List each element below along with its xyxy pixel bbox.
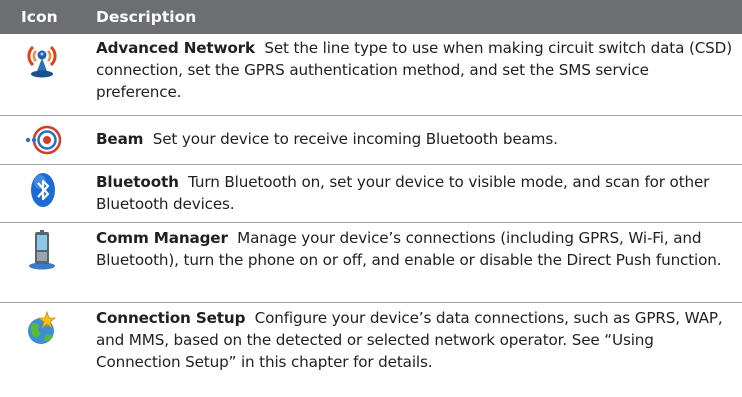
comm-manager-icon <box>29 230 55 270</box>
row-description: Beam Set your device to receive incoming… <box>96 128 734 150</box>
row-description: Connection Setup Configure your device’s… <box>96 307 734 373</box>
beam-icon <box>25 125 62 155</box>
bluetooth-icon <box>31 173 55 207</box>
row-description: Comm Manager Manage your device’s connec… <box>96 227 734 271</box>
connection-setup-icon <box>28 310 57 344</box>
row-title: Beam <box>96 130 144 148</box>
row-text: Turn Bluetooth on, set your device to vi… <box>96 173 710 213</box>
advanced-network-icon <box>27 45 57 78</box>
table-row: Bluetooth Turn Bluetooth on, set your de… <box>0 165 742 223</box>
table-header: Icon Description <box>0 0 742 34</box>
table-row: Comm Manager Manage your device’s connec… <box>0 223 742 303</box>
icon-column-header: Icon <box>21 8 58 26</box>
table-row: Advanced Network Set the line type to us… <box>0 34 742 116</box>
description-column-header: Description <box>96 8 197 26</box>
table-row: Beam Set your device to receive incoming… <box>0 116 742 165</box>
row-text: Set your device to receive incoming Blue… <box>152 130 558 148</box>
row-title: Comm Manager <box>96 229 228 247</box>
table-row: Connection Setup Configure your device’s… <box>0 303 742 397</box>
row-title: Advanced Network <box>96 39 255 57</box>
row-description: Advanced Network Set the line type to us… <box>96 37 734 103</box>
row-title: Bluetooth <box>96 173 179 191</box>
settings-table: Icon Description Advanced Network Set th… <box>0 0 742 371</box>
row-title: Connection Setup <box>96 309 246 327</box>
row-description: Bluetooth Turn Bluetooth on, set your de… <box>96 171 734 215</box>
